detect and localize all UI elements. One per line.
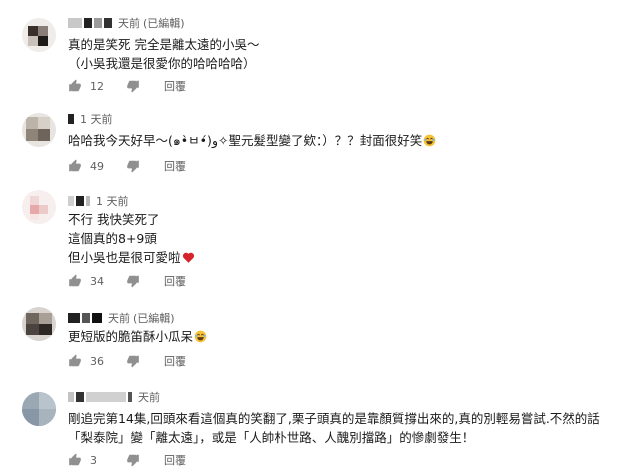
comment-text: 哈哈我今天好早～(๑•̀ㅂ•́)و✧聖元髮型變了欸：）？？封面很好笑 <box>68 131 618 150</box>
comment-time[interactable]: 天前 <box>138 389 160 405</box>
author-name-redacted[interactable] <box>68 18 114 28</box>
author-name-redacted[interactable] <box>68 313 104 323</box>
avatar[interactable] <box>22 113 56 147</box>
avatar[interactable] <box>22 392 56 426</box>
thumbs-down-icon[interactable] <box>126 453 140 467</box>
comment-time[interactable]: 1 天前 <box>96 193 129 209</box>
thumbs-up-icon[interactable] <box>68 159 82 173</box>
comment-actions: 12 回覆 <box>68 77 186 95</box>
thumbs-up-icon[interactable] <box>68 274 82 288</box>
reply-button[interactable]: 回覆 <box>164 78 186 94</box>
like-count: 3 <box>90 453 97 467</box>
comment-time[interactable]: 1 天前 <box>80 111 113 127</box>
avatar[interactable] <box>22 18 56 52</box>
thumbs-down-icon[interactable] <box>126 354 140 368</box>
edited-label: (已編輯) <box>133 312 175 325</box>
comment-meta: 1 天前 <box>68 193 129 209</box>
reply-button[interactable]: 回覆 <box>164 273 186 289</box>
like-count: 12 <box>90 79 104 93</box>
comment-text: 不行 我快笑死了 這個真的8+9頭 但小吳也是很可愛啦 <box>68 210 618 267</box>
comment-text: 真的是笑死 完全是離太遠的小吳～ （小吳我還是很愛你的哈哈哈哈） <box>68 37 260 71</box>
comment-meta: 天前 <box>68 389 160 405</box>
comment-text: 剛追完第14集,回頭來看這個真的笑翻了,栗子頭真的是靠顏質撐出來的,真的別輕易嘗… <box>68 411 600 445</box>
reply-button[interactable]: 回覆 <box>164 158 186 174</box>
reply-button[interactable]: 回覆 <box>164 353 186 369</box>
comment-actions: 49 回覆 <box>68 157 186 175</box>
author-name-redacted[interactable] <box>68 114 76 124</box>
comment-time[interactable]: 天前 <box>118 15 140 31</box>
comment-text: 更短版的脆笛酥小瓜呆 <box>68 327 618 346</box>
like-count: 49 <box>90 159 104 173</box>
thumbs-up-icon[interactable] <box>68 354 82 368</box>
thumbs-up-icon[interactable] <box>68 79 82 93</box>
author-name-redacted[interactable] <box>68 392 134 402</box>
laughing-emoji-icon <box>194 330 207 343</box>
like-count: 36 <box>90 354 104 368</box>
edited-label: (已編輯) <box>143 17 185 30</box>
comment-time[interactable]: 天前 <box>108 310 130 326</box>
comment-actions: 34 回覆 <box>68 272 186 290</box>
thumbs-down-icon[interactable] <box>126 159 140 173</box>
comment-meta: 天前 (已編輯) <box>68 15 185 31</box>
thumbs-down-icon[interactable] <box>126 79 140 93</box>
thumbs-down-icon[interactable] <box>126 274 140 288</box>
reply-button[interactable]: 回覆 <box>164 452 186 468</box>
comment-meta: 1 天前 <box>68 111 113 127</box>
comment-actions: 3 回覆 <box>68 451 186 469</box>
like-count: 34 <box>90 274 104 288</box>
avatar[interactable] <box>22 190 56 224</box>
heart-icon <box>182 252 194 263</box>
comment-meta: 天前 (已編輯) <box>68 310 175 326</box>
laughing-emoji-icon <box>423 134 436 147</box>
thumbs-up-icon[interactable] <box>68 453 82 467</box>
comment-actions: 36 回覆 <box>68 352 186 370</box>
avatar[interactable] <box>22 307 56 341</box>
author-name-redacted[interactable] <box>68 196 92 206</box>
